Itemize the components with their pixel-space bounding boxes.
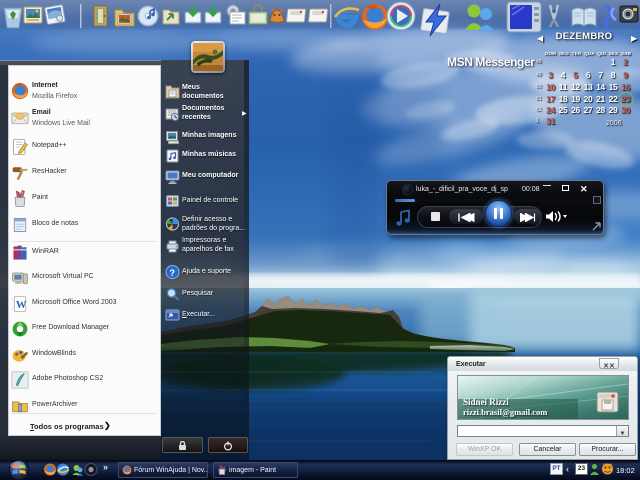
svg-text:?: ? <box>170 268 176 278</box>
svg-text:W: W <box>16 300 27 311</box>
